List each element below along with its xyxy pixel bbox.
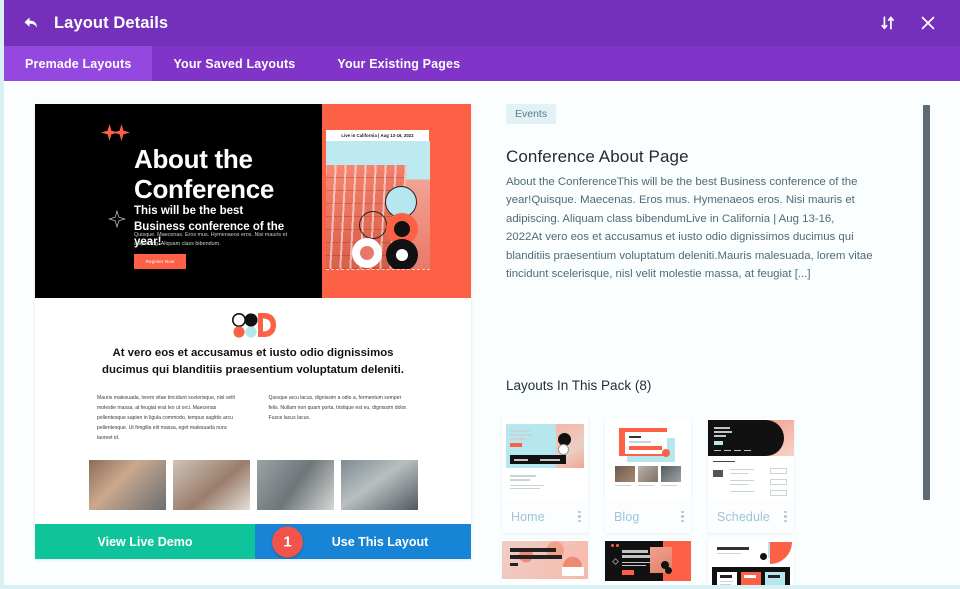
layout-thumbnail xyxy=(502,418,588,500)
strip-photo xyxy=(340,460,418,510)
layout-card-about[interactable]: About xyxy=(605,539,691,585)
detail-scrollbar-thumb[interactable] xyxy=(923,105,930,500)
preview-cta-row: View Live Demo 1 Use This Layout xyxy=(35,524,471,559)
header-actions xyxy=(878,13,938,33)
view-live-demo-label: View Live Demo xyxy=(97,534,193,549)
layout-card-event[interactable]: Event xyxy=(502,539,588,585)
kebab-menu-icon[interactable] xyxy=(681,510,684,523)
layout-thumbnail xyxy=(708,539,794,585)
layout-card-footer: Home xyxy=(502,500,588,533)
hero-register-button[interactable]: Register Now xyxy=(134,254,186,269)
use-this-layout-label: Use This Layout xyxy=(331,534,429,549)
strip-photo xyxy=(88,460,166,510)
use-this-layout-button[interactable]: 1 Use This Layout xyxy=(255,524,471,559)
tab-your-saved-layouts[interactable]: Your Saved Layouts xyxy=(152,46,316,81)
tab-label: Your Saved Layouts xyxy=(173,56,296,71)
tab-label: Your Existing Pages xyxy=(337,56,461,71)
view-live-demo-button[interactable]: View Live Demo xyxy=(35,524,255,559)
close-x-icon[interactable] xyxy=(918,13,938,33)
layout-title: Conference About Page xyxy=(506,147,689,166)
category-badge[interactable]: Events xyxy=(506,104,557,124)
layout-card-home[interactable]: Home xyxy=(502,418,588,533)
strip-photo xyxy=(172,460,250,510)
layout-card-pricing[interactable]: Pricing xyxy=(708,539,794,585)
kebab-menu-icon[interactable] xyxy=(578,510,581,523)
back-arrow-icon[interactable] xyxy=(21,13,41,33)
tab-bar: Premade Layouts Your Saved Layouts Your … xyxy=(4,46,960,81)
circle-black-ring-center xyxy=(396,249,408,261)
hero-photo-dashed-edge xyxy=(326,269,430,274)
hero-photo-caption-bar: Live in California | Aug 13-16, 2022 xyxy=(326,130,429,141)
content-columns: Mauris malesuada, lorem vitae tincidunt … xyxy=(97,394,413,444)
modal-body: About the Conference This will be the be… xyxy=(4,81,960,585)
step-badge: 1 xyxy=(272,526,303,557)
layout-card-schedule[interactable]: Schedule xyxy=(708,418,794,533)
layout-card-footer: Blog xyxy=(605,500,691,533)
circle-coral-ring-center xyxy=(394,221,410,237)
tab-your-existing-pages[interactable]: Your Existing Pages xyxy=(316,46,481,81)
layout-card-name: Blog xyxy=(614,509,640,524)
detail-scrollbar[interactable] xyxy=(923,105,930,500)
content-paragraph-left: Mauris malesuada, lorem vitae tincidunt … xyxy=(97,395,235,441)
content-paragraph-right: Quisque arcu lacus, dignissim a odio a, … xyxy=(268,395,408,421)
modal-header: Layout Details xyxy=(4,0,960,46)
layout-thumbnail xyxy=(502,539,588,585)
pack-heading: Layouts In This Pack (8) xyxy=(506,378,652,393)
preview-hero-section: About the Conference This will be the be… xyxy=(35,104,471,298)
strip-photo xyxy=(256,460,334,510)
page-title: Layout Details xyxy=(54,13,169,32)
layout-card-name: Schedule xyxy=(717,509,770,524)
preview-content-section: At vero eos et accusamus et iusto odio d… xyxy=(35,298,471,463)
hero-body-text: Quisque. Maecenas. Eros mus. Hymenaeos e… xyxy=(134,232,288,248)
layout-thumbnail xyxy=(708,418,794,500)
layout-details-modal: Layout Details Premade Layouts Your Save… xyxy=(0,0,960,589)
hero-heading: About the Conference xyxy=(134,144,274,205)
circle-outline xyxy=(359,211,387,239)
brand-logo-icon xyxy=(227,312,279,338)
hero-heading-line1: About the xyxy=(134,144,253,174)
layout-card-footer: Schedule xyxy=(708,500,794,533)
hero-building-photo xyxy=(326,141,430,269)
layout-preview-card[interactable]: About the Conference This will be the be… xyxy=(35,104,471,559)
layout-card-blog[interactable]: Blog xyxy=(605,418,691,533)
layout-thumbnail xyxy=(605,539,691,585)
preview-photo-strip xyxy=(35,460,471,515)
kebab-menu-icon[interactable] xyxy=(784,510,787,523)
layout-description: About the ConferenceThis will be the bes… xyxy=(506,176,873,281)
tab-premade-layouts[interactable]: Premade Layouts xyxy=(4,46,153,81)
sort-updown-icon[interactable] xyxy=(878,13,898,33)
layouts-grid: Home Blog Schedule xyxy=(502,418,912,585)
layout-card-name: Home xyxy=(511,509,545,524)
tab-label: Premade Layouts xyxy=(25,56,132,71)
circle-white-ring-center xyxy=(360,246,374,260)
layout-thumbnail xyxy=(605,418,691,500)
diamond-outline-icon xyxy=(107,209,127,229)
layout-detail-panel: Events Conference About Page About the C… xyxy=(494,81,960,585)
content-heading: At vero eos et accusamus et iusto odio d… xyxy=(102,347,404,376)
hero-heading-line2: Conference xyxy=(134,174,275,205)
hero-photo-caption: Live in California | Aug 13-16, 2022 xyxy=(341,133,414,138)
